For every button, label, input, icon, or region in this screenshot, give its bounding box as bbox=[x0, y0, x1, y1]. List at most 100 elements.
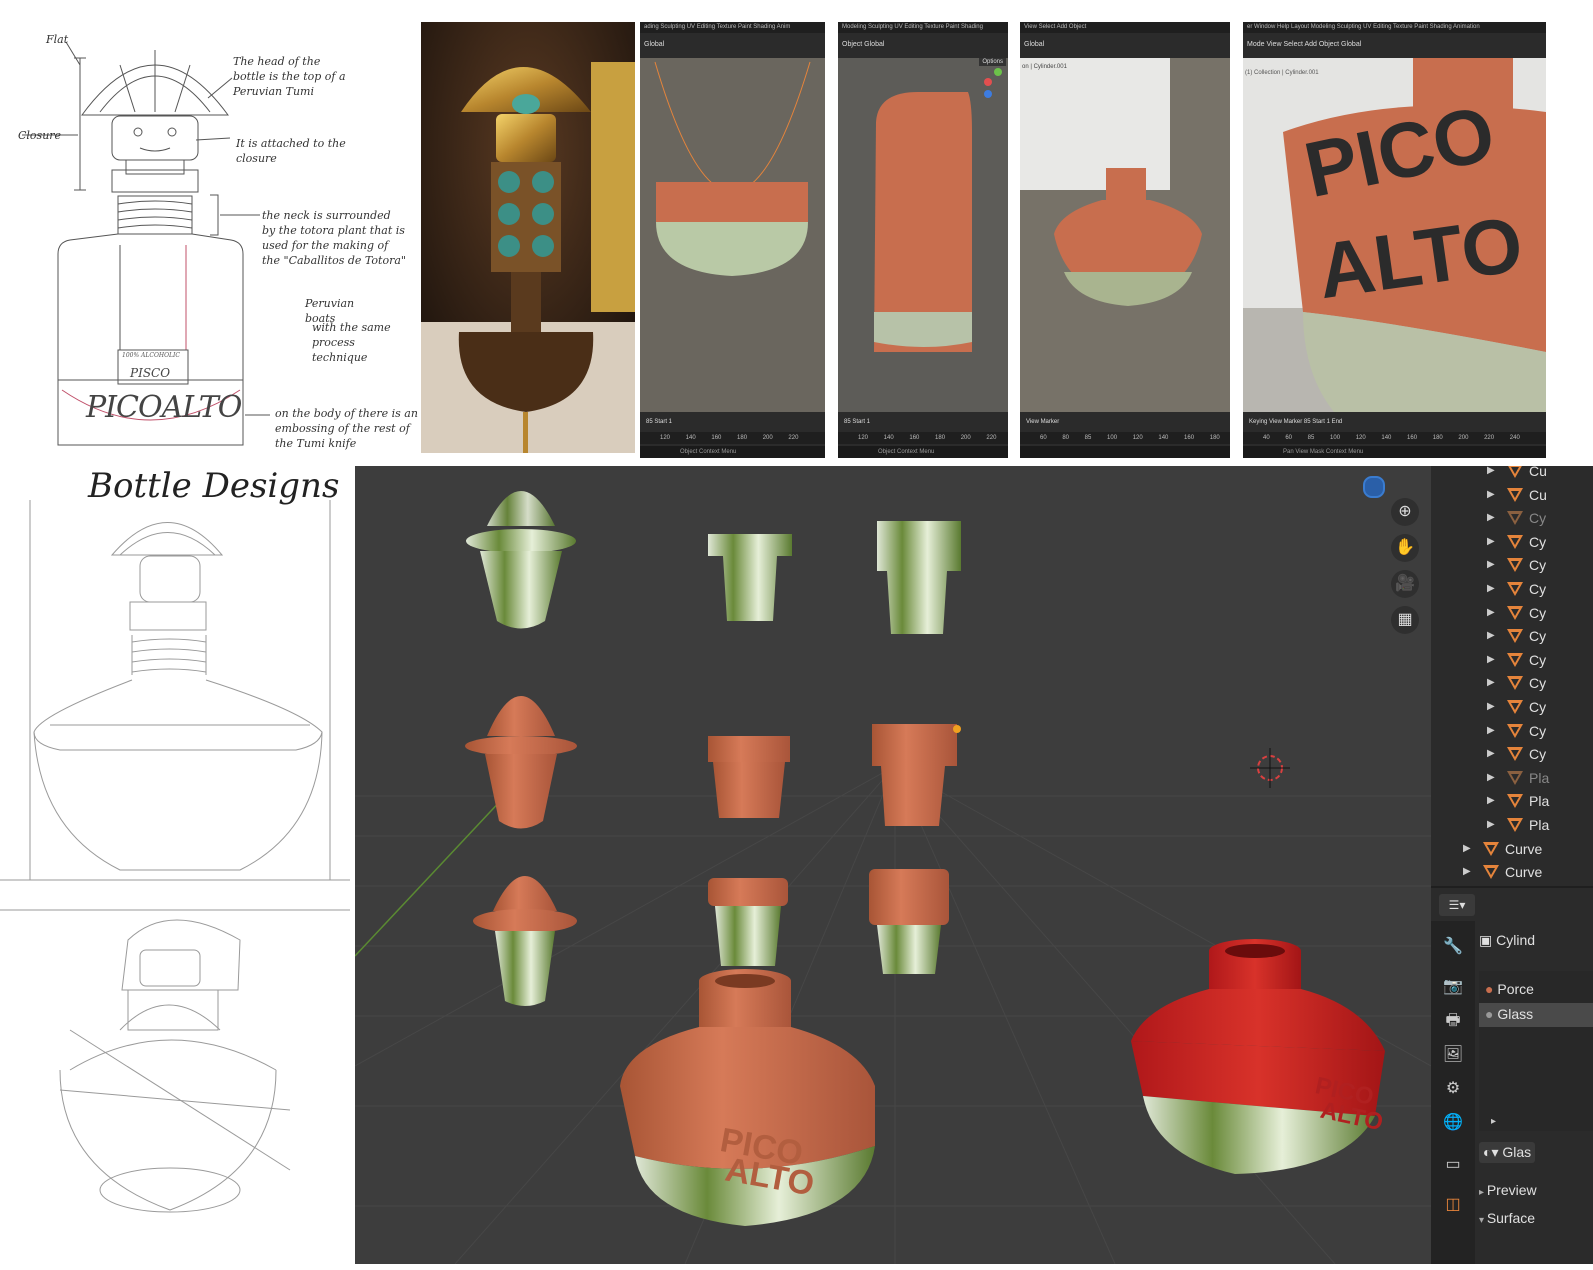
outliner-row[interactable]: ▶ Cy bbox=[1431, 672, 1593, 696]
outliner-row[interactable]: ▶ Cy bbox=[1431, 649, 1593, 673]
expand-arrow-icon[interactable]: ▶ bbox=[1487, 607, 1495, 618]
expand-arrow-icon[interactable]: ▶ bbox=[1463, 843, 1471, 854]
mesh-icon bbox=[1507, 652, 1523, 667]
expand-arrow-icon[interactable]: ▸ bbox=[1491, 1116, 1496, 1127]
expand-arrow-icon[interactable]: ▶ bbox=[1487, 536, 1495, 547]
mesh-icon bbox=[1507, 818, 1523, 832]
note-neck: the neck is surrounded by the totora pla… bbox=[262, 209, 406, 267]
expand-arrow-icon: ▸ bbox=[1479, 1187, 1487, 1198]
material-slot-porcelain[interactable]: ● Porce bbox=[1485, 981, 1534, 997]
tool-icon[interactable]: 🔧 bbox=[1439, 935, 1467, 959]
material-sphere-icon: ● bbox=[1485, 981, 1498, 997]
zoom-icon[interactable]: ⊕ bbox=[1391, 498, 1419, 526]
material-slot-glass[interactable]: ● Glass bbox=[1485, 1006, 1533, 1022]
blender-shot-2: Modeling Sculpting UV Editing Texture Pa… bbox=[838, 22, 1008, 458]
collection-icon[interactable]: ▭ bbox=[1439, 1153, 1467, 1177]
mesh-icon bbox=[1507, 700, 1523, 714]
outliner-row[interactable]: ▶ Cy bbox=[1431, 625, 1593, 649]
outliner-row[interactable]: ▶ Pla bbox=[1431, 790, 1593, 814]
outliner-label: Cy bbox=[1529, 722, 1547, 739]
mesh-icon bbox=[1507, 629, 1523, 644]
expand-arrow-icon[interactable]: ▶ bbox=[1487, 819, 1495, 830]
expand-arrow-icon[interactable]: ▶ bbox=[1487, 630, 1495, 641]
surface-section[interactable]: ▾ Surface bbox=[1479, 1210, 1535, 1226]
3d-viewport[interactable]: PICO ALTO PICO ALTO ⊕ ✋ 🎥 ▦ bbox=[355, 466, 1431, 1264]
material-slots[interactable]: ● Porce ● Glass ▸ bbox=[1479, 971, 1593, 1131]
label-picoalto: PICOALTO bbox=[86, 390, 242, 425]
expand-arrow-icon[interactable]: ▶ bbox=[1487, 748, 1495, 759]
outliner-label: Pla bbox=[1529, 793, 1550, 810]
material-sphere-icon: ◐▾ bbox=[1483, 1144, 1503, 1160]
mesh-icon bbox=[1483, 841, 1499, 856]
label-pisco: PISCO bbox=[130, 366, 171, 380]
preview-section[interactable]: ▸ Preview bbox=[1479, 1182, 1537, 1198]
expand-arrow-icon[interactable]: ▶ bbox=[1487, 466, 1495, 476]
expand-arrow-icon[interactable]: ▶ bbox=[1487, 701, 1495, 712]
outliner-row[interactable]: ▶ Pla bbox=[1431, 814, 1593, 838]
expand-arrow-icon[interactable]: ▶ bbox=[1487, 559, 1495, 570]
outliner-label: Cy bbox=[1529, 675, 1547, 692]
navigation-gizmo[interactable] bbox=[1363, 476, 1385, 498]
outliner-row[interactable]: ▶ Cy bbox=[1431, 554, 1593, 578]
outliner-row[interactable]: ▶ Cy bbox=[1431, 696, 1593, 720]
outliner-label: Cy bbox=[1529, 581, 1547, 597]
label-tiny: 100% ALCOHOLIC bbox=[122, 352, 180, 359]
object-icon[interactable]: ◫ bbox=[1439, 1193, 1467, 1217]
outliner-row[interactable]: ▶ Cy bbox=[1431, 507, 1593, 531]
mesh-icon bbox=[1507, 511, 1523, 526]
expand-arrow-icon[interactable]: ▶ bbox=[1487, 677, 1495, 688]
outliner-label: Cy bbox=[1529, 557, 1547, 574]
outliner-row[interactable]: ▶ Cy bbox=[1431, 578, 1593, 602]
outliner-row[interactable]: ▶ Cy bbox=[1431, 602, 1593, 626]
properties-panel: ▶ Cu ▶ Cu ▶ Cy ▶ Cy ▶ Cy ▶ Cy ▶ Cy ▶ Cy ▶ Cy ▶ Cy ▶ Cy ▶ Cy ▶ Cy ▶… bbox=[1431, 466, 1593, 1264]
expand-arrow-icon[interactable]: ▶ bbox=[1487, 583, 1495, 594]
editor-type-dropdown[interactable]: ☰▾ bbox=[1439, 894, 1475, 916]
properties-tabs: 🔧 📷 🖶 🖼 ⚙ 🌐 ▭ ◫ bbox=[1431, 921, 1475, 1264]
mesh-icon bbox=[1507, 723, 1523, 738]
outliner-row[interactable]: ▶ Cy bbox=[1431, 743, 1593, 767]
outliner-label: Cy bbox=[1529, 651, 1547, 668]
outliner-row[interactable]: ▶ Cy bbox=[1431, 720, 1593, 744]
camera-icon[interactable]: 🎥 bbox=[1391, 570, 1419, 598]
view-layer-icon[interactable]: 🖼 bbox=[1439, 1043, 1467, 1067]
outliner-row[interactable]: ▶ Cy bbox=[1431, 531, 1593, 555]
expand-arrow-icon[interactable]: ▶ bbox=[1463, 866, 1471, 877]
sketch-annotated-bottle: Flat Closure The head of the bottle is t… bbox=[0, 20, 420, 460]
object-name: ▣ Cylind bbox=[1479, 932, 1536, 948]
object-square-icon: ▣ bbox=[1479, 932, 1497, 948]
mesh-icon bbox=[1507, 466, 1523, 478]
pan-hand-icon[interactable]: ✋ bbox=[1391, 534, 1419, 562]
outliner-label: Cy bbox=[1529, 510, 1547, 527]
outliner-row[interactable]: ▶ Curve bbox=[1431, 838, 1593, 862]
material-selector[interactable]: ◐▾ Glas bbox=[1479, 1142, 1536, 1163]
mesh-icon bbox=[1507, 487, 1523, 502]
expand-arrow-icon[interactable]: ▶ bbox=[1487, 795, 1495, 806]
outliner-row[interactable]: ▶ Cu bbox=[1431, 466, 1593, 484]
outliner-row[interactable]: ▶ Pla bbox=[1431, 767, 1593, 791]
note-head: The head of the bottle is the top of a P… bbox=[233, 55, 346, 98]
mesh-icon bbox=[1507, 794, 1523, 809]
outliner-row[interactable]: ▶ Curve bbox=[1431, 861, 1593, 885]
options-button[interactable]: Options bbox=[979, 58, 1006, 66]
mesh-icon bbox=[1507, 558, 1523, 573]
note-attached: It is attached to the closure bbox=[236, 137, 346, 165]
scene-icon[interactable]: ⚙ bbox=[1439, 1077, 1467, 1101]
grid-perspective-icon[interactable]: ▦ bbox=[1391, 606, 1419, 634]
blender-shot-4: PICO ALTO er Window Help Layout Modeling… bbox=[1243, 22, 1546, 458]
expand-arrow-icon[interactable]: ▶ bbox=[1487, 772, 1495, 783]
mesh-icon bbox=[1507, 770, 1523, 785]
outliner-label: Curve bbox=[1505, 864, 1543, 881]
world-icon[interactable]: 🌐 bbox=[1439, 1111, 1467, 1135]
mesh-icon bbox=[1483, 865, 1499, 880]
output-icon[interactable]: 🖶 bbox=[1439, 1009, 1467, 1033]
expand-arrow-icon[interactable]: ▶ bbox=[1487, 489, 1495, 500]
mesh-icon bbox=[1507, 676, 1523, 691]
note-same-process: with the same process technique bbox=[312, 321, 391, 364]
expand-arrow-icon[interactable]: ▶ bbox=[1487, 725, 1495, 736]
note-body: on the body of there is an embossing of … bbox=[275, 407, 418, 450]
collapse-arrow-icon: ▾ bbox=[1479, 1215, 1487, 1226]
expand-arrow-icon[interactable]: ▶ bbox=[1487, 512, 1495, 523]
render-icon[interactable]: 📷 bbox=[1439, 975, 1467, 999]
outliner-row[interactable]: ▶ Cu bbox=[1431, 484, 1593, 508]
expand-arrow-icon[interactable]: ▶ bbox=[1487, 654, 1495, 665]
